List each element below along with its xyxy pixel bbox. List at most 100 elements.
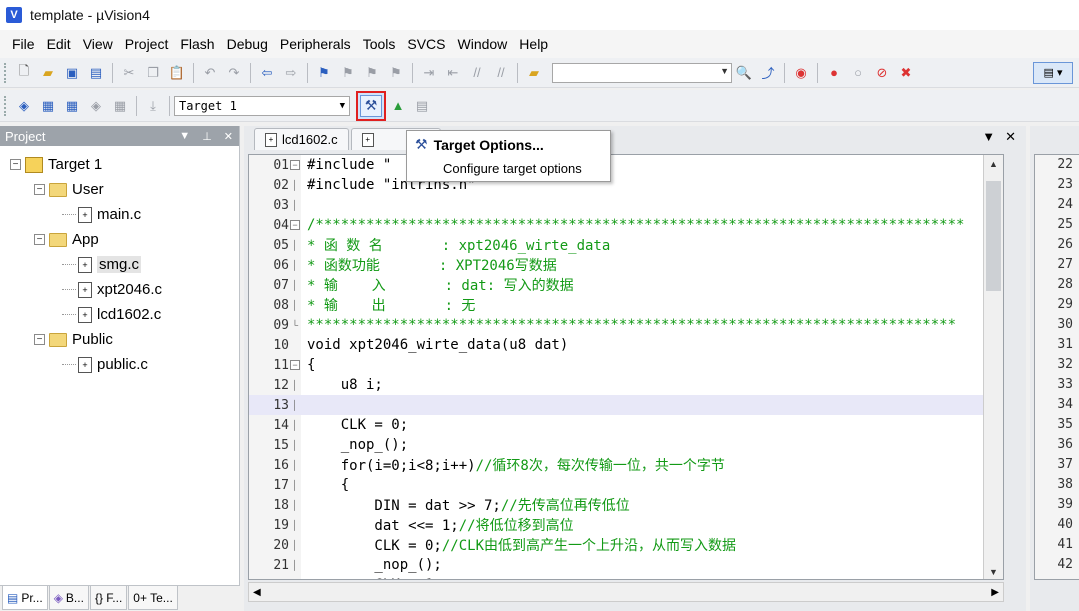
code-line[interactable]: 22│ CLK = 1; bbox=[249, 575, 1003, 579]
kill-breakpoints-icon[interactable]: ✖ bbox=[895, 62, 917, 84]
save-all-icon[interactable]: ▤ bbox=[85, 62, 107, 84]
code-line[interactable]: 11−{ bbox=[249, 355, 1003, 375]
fold-line[interactable]: │ bbox=[289, 520, 301, 530]
bookmark-icon[interactable]: ⚑ bbox=[313, 62, 335, 84]
menu-project[interactable]: Project bbox=[119, 36, 175, 52]
tab-templates[interactable]: 0+ Te... bbox=[128, 586, 178, 610]
indent-icon[interactable]: ⇥ bbox=[418, 62, 440, 84]
menu-file[interactable]: File bbox=[6, 36, 41, 52]
close-icon[interactable]: ✕ bbox=[224, 130, 233, 143]
tree-node-group-app[interactable]: − App bbox=[0, 227, 239, 252]
incremental-find-icon[interactable]: ⤴ bbox=[757, 62, 779, 84]
tab-functions[interactable]: {} F... bbox=[89, 586, 128, 610]
close-tab-icon[interactable]: ✕ bbox=[1005, 129, 1016, 145]
fold-line[interactable]: │ bbox=[289, 500, 301, 510]
debug-session-icon[interactable]: ◉ bbox=[790, 62, 812, 84]
new-file-icon[interactable]: 🗋 bbox=[13, 62, 35, 84]
panel-menu-icon[interactable]: ▼ bbox=[179, 130, 190, 143]
open-folder-icon[interactable]: ▰ bbox=[37, 62, 59, 84]
batch-build-icon[interactable]: ◈ bbox=[85, 95, 107, 117]
next-bookmark-icon[interactable]: ⚑ bbox=[361, 62, 383, 84]
fold-line[interactable]: │ bbox=[289, 300, 301, 310]
fold-toggle-icon[interactable]: − bbox=[289, 220, 301, 230]
collapse-icon[interactable]: − bbox=[10, 159, 21, 170]
menu-tools[interactable]: Tools bbox=[357, 36, 402, 52]
fold-line[interactable]: │ bbox=[289, 560, 301, 570]
collapse-icon[interactable]: − bbox=[34, 234, 45, 245]
vertical-scrollbar[interactable]: ▲ ▼ bbox=[983, 155, 1003, 579]
scroll-down-icon[interactable]: ▼ bbox=[984, 563, 1003, 579]
code-line[interactable]: 12 │ u8 i; bbox=[249, 375, 1003, 395]
toolbar-grip[interactable] bbox=[4, 95, 8, 116]
cut-icon[interactable]: ✂ bbox=[118, 62, 140, 84]
tree-node-target[interactable]: − Target 1 bbox=[0, 152, 239, 177]
menu-peripherals[interactable]: Peripherals bbox=[274, 36, 357, 52]
save-icon[interactable]: ▣ bbox=[61, 62, 83, 84]
code-line[interactable]: 16 │ for(i=0;i<8;i++)//循环8次，每次传输一位，共一个字节 bbox=[249, 455, 1003, 475]
manage-project-items-icon[interactable]: ▲ bbox=[387, 95, 409, 117]
code-line[interactable]: 05 │ * 函 数 名 : xpt2046_wirte_data bbox=[249, 235, 1003, 255]
collapse-icon[interactable]: − bbox=[34, 184, 45, 195]
tree-node-group-user[interactable]: − User bbox=[0, 177, 239, 202]
tree-node-file[interactable]: + lcd1602.c bbox=[0, 302, 239, 327]
fold-line[interactable]: │ bbox=[289, 180, 301, 190]
code-editor[interactable]: 01− #include " 02 │ #include "intrins.h" 03 │ 0… bbox=[248, 154, 1004, 580]
download-icon[interactable]: ⤓ bbox=[142, 95, 164, 117]
fold-line[interactable]: │ bbox=[289, 540, 301, 550]
fold-line[interactable]: │ bbox=[289, 240, 301, 250]
code-line[interactable]: 08 │ * 输 出 : 无 bbox=[249, 295, 1003, 315]
target-select[interactable]: Target 1 ▼ bbox=[174, 95, 350, 116]
tree-node-group-public[interactable]: − Public bbox=[0, 327, 239, 352]
fold-line[interactable]: │ bbox=[289, 280, 301, 290]
fold-toggle-icon[interactable]: − bbox=[289, 360, 301, 370]
code-line[interactable]: 09 └ *************************************… bbox=[249, 315, 1003, 335]
insert-breakpoint-icon[interactable]: ● bbox=[823, 62, 845, 84]
fold-line[interactable]: └ bbox=[289, 320, 301, 330]
menu-help[interactable]: Help bbox=[513, 36, 554, 52]
scroll-up-icon[interactable]: ▲ bbox=[984, 155, 1003, 173]
target-options-tooltip[interactable]: ⚒ Target Options... Configure target opt… bbox=[406, 130, 611, 182]
code-line[interactable]: 02 │ #include "intrins.h" bbox=[249, 175, 1003, 195]
menu-debug[interactable]: Debug bbox=[221, 36, 274, 52]
toolbar-grip[interactable] bbox=[4, 62, 8, 83]
fold-line[interactable]: │ bbox=[289, 380, 301, 390]
horizontal-scrollbar[interactable]: ◀ ▶ bbox=[248, 582, 1004, 602]
enable-breakpoint-icon[interactable]: ○ bbox=[847, 62, 869, 84]
nav-back-icon[interactable]: ⇦ bbox=[256, 62, 278, 84]
find-icon[interactable]: 🔍 bbox=[733, 62, 755, 84]
uncomment-icon[interactable]: // bbox=[490, 62, 512, 84]
tree-node-file[interactable]: + main.c bbox=[0, 202, 239, 227]
chevron-down-icon[interactable]: ▼ bbox=[340, 101, 345, 111]
window-view-button[interactable]: ▤ ▾ bbox=[1033, 61, 1073, 84]
fold-line[interactable]: │ bbox=[289, 420, 301, 430]
fold-toggle-icon[interactable]: − bbox=[289, 160, 301, 170]
menu-view[interactable]: View bbox=[77, 36, 119, 52]
fold-line[interactable]: │ bbox=[289, 460, 301, 470]
unindent-icon[interactable]: ⇤ bbox=[442, 62, 464, 84]
menu-svcs[interactable]: SVCS bbox=[401, 36, 451, 52]
disable-breakpoints-icon[interactable]: ⊘ bbox=[871, 62, 893, 84]
code-line[interactable]: 19 │ dat <<= 1;//将低位移到高位 bbox=[249, 515, 1003, 535]
prev-bookmark-icon[interactable]: ⚑ bbox=[337, 62, 359, 84]
menu-edit[interactable]: Edit bbox=[41, 36, 77, 52]
target-options-button[interactable]: ⚒ bbox=[356, 90, 386, 121]
code-line[interactable]: 10 void xpt2046_wirte_data(u8 dat) bbox=[249, 335, 1003, 355]
chevron-down-icon[interactable]: ▼ bbox=[720, 66, 729, 76]
code-line[interactable]: 04−/************************************… bbox=[249, 215, 1003, 235]
nav-forward-icon[interactable]: ⇨ bbox=[280, 62, 302, 84]
scroll-right-icon[interactable]: ▶ bbox=[991, 587, 999, 598]
menu-flash[interactable]: Flash bbox=[174, 36, 220, 52]
stop-build-icon[interactable]: ▦ bbox=[109, 95, 131, 117]
code-line[interactable]: 14 │ CLK = 0; bbox=[249, 415, 1003, 435]
find-in-files-icon[interactable]: ▰ bbox=[523, 62, 545, 84]
collapse-icon[interactable]: − bbox=[34, 334, 45, 345]
fold-line[interactable]: │ bbox=[289, 440, 301, 450]
menu-window[interactable]: Window bbox=[452, 36, 514, 52]
copy-icon[interactable]: ❐ bbox=[142, 62, 164, 84]
scrollbar-thumb[interactable] bbox=[986, 181, 1001, 291]
tree-node-file[interactable]: + xpt2046.c bbox=[0, 277, 239, 302]
tab-list-icon[interactable]: ▼ bbox=[982, 129, 995, 145]
fold-line[interactable]: │ bbox=[289, 200, 301, 210]
fold-line[interactable]: │ bbox=[289, 260, 301, 270]
redo-icon[interactable]: ↷ bbox=[223, 62, 245, 84]
